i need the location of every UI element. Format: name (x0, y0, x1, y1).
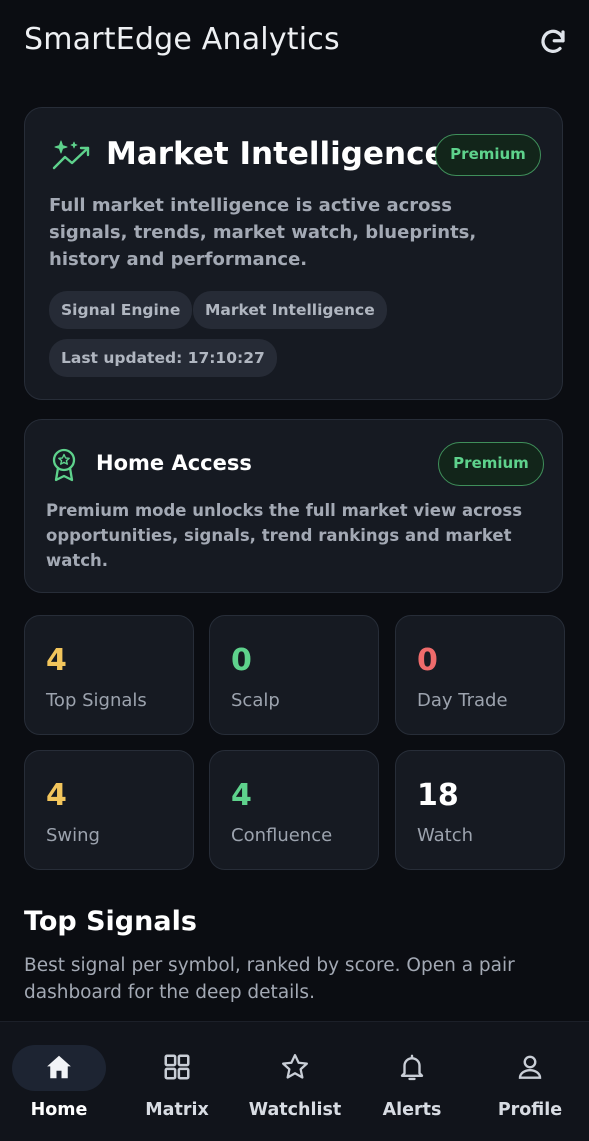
chip-last-updated: Last updated: 17:10:27 (49, 339, 277, 377)
nav-item-profile[interactable]: Profile (471, 1042, 589, 1132)
star-icon (282, 1054, 308, 1079)
market-intelligence-card: Market Intelligence Premium Full market … (24, 107, 563, 400)
nav-item-watchlist[interactable]: Watchlist (236, 1042, 354, 1132)
sparkle-trend-icon (52, 140, 90, 170)
stat-value: 18 (417, 778, 459, 813)
home-icon (47, 1055, 71, 1079)
nav-item-matrix[interactable]: Matrix (118, 1042, 236, 1132)
nav-item-alerts[interactable]: Alerts (353, 1042, 471, 1132)
refresh-icon[interactable] (538, 27, 568, 57)
nav-label: Alerts (382, 1100, 442, 1120)
stat-label: Confluence (231, 825, 333, 846)
nav-label: Watchlist (248, 1100, 342, 1120)
award-icon (52, 448, 76, 482)
premium-badge: Premium (438, 442, 544, 486)
home-access-title: Home Access (96, 451, 252, 475)
stat-label: Day Trade (417, 690, 508, 711)
home-access-card: Home Access Premium Premium mode unlocks… (24, 419, 563, 593)
stat-value: 0 (231, 643, 252, 678)
nav-label: Matrix (145, 1100, 209, 1120)
stat-card-confluence[interactable]: 4 Confluence (209, 750, 379, 870)
user-icon (518, 1055, 542, 1079)
stat-label: Watch (417, 825, 474, 846)
stat-card-top-signals[interactable]: 4 Top Signals (24, 615, 194, 735)
app-header: SmartEdge Analytics (0, 0, 589, 86)
stat-value: 4 (46, 643, 67, 678)
stat-label: Swing (46, 825, 100, 846)
chip-signal-engine: Signal Engine (49, 291, 193, 329)
top-signals-description: Best signal per symbol, ranked by score.… (24, 955, 515, 1003)
chip-market-intelligence: Market Intelligence (193, 291, 387, 329)
bell-icon (400, 1054, 424, 1081)
home-access-description: Premium mode unlocks the full market vie… (46, 501, 523, 570)
stat-card-swing[interactable]: 4 Swing (24, 750, 194, 870)
app-title: SmartEdge Analytics (24, 22, 340, 57)
nav-label: Home (30, 1100, 88, 1120)
stat-label: Top Signals (46, 690, 147, 711)
nav-label: Profile (497, 1100, 563, 1120)
premium-badge: Premium (435, 134, 541, 176)
stat-card-watch[interactable]: 18 Watch (395, 750, 565, 870)
stat-card-scalp[interactable]: 0 Scalp (209, 615, 379, 735)
market-intelligence-title: Market Intelligence (106, 136, 446, 172)
stat-value: 0 (417, 643, 438, 678)
grid-icon (164, 1054, 190, 1080)
top-signals-heading: Top Signals (24, 906, 197, 937)
stat-label: Scalp (231, 690, 280, 711)
nav-item-home[interactable]: Home (0, 1042, 118, 1132)
stat-value: 4 (46, 778, 67, 813)
stat-card-day-trade[interactable]: 0 Day Trade (395, 615, 565, 735)
stat-value: 4 (231, 778, 252, 813)
market-intelligence-description: Full market intelligence is active acros… (49, 195, 477, 270)
bottom-nav: Home Matrix Watchlist Alerts Profile (0, 1021, 589, 1141)
